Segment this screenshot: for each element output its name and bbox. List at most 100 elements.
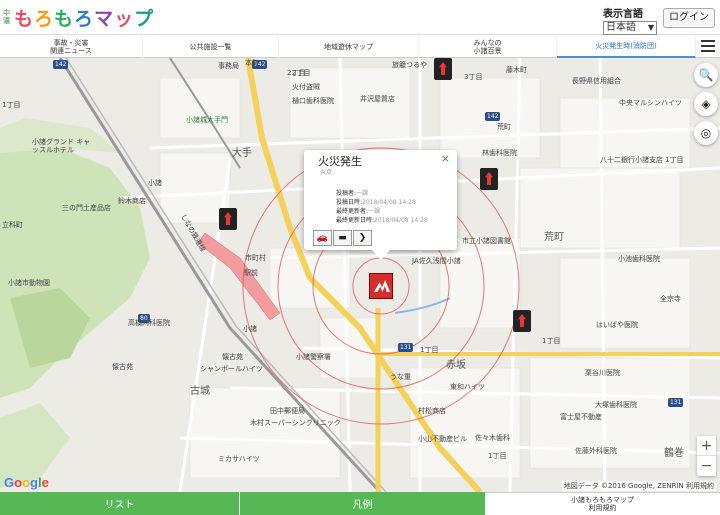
map-label: 小諸 (243, 325, 257, 333)
layers-icon[interactable]: ◈ (694, 92, 718, 116)
map-label: 木村スーパーシンクリニック (250, 419, 341, 427)
login-button[interactable]: ログイン (663, 8, 715, 28)
search-icon[interactable]: 🔍 (694, 63, 718, 87)
map-label: 2丁目 (292, 69, 311, 77)
map-label: 小諸城大手門 (186, 116, 228, 124)
fire-info-popup: 火災発生 火点 × 投稿者:一課 投稿日時:2018/04/08 14:28 最… (304, 150, 457, 260)
map-label: 長野県信用組合 (572, 77, 621, 85)
map-label: 中央マルシンハイツ (619, 99, 682, 107)
site-logo[interactable]: 中濃 もろもろマップ (3, 4, 154, 30)
legend-button[interactable]: 凡例 (240, 492, 485, 515)
map-label: 樋口歯科医院 (292, 97, 334, 105)
map-label: 藤木町 (506, 66, 527, 74)
popup-toolbar: 🚗 ▬ ❯ (313, 230, 372, 246)
map-canvas[interactable]: 142 142 142 131 131 80 事務局 本町 2丁目 火付盗賊 樋… (0, 58, 720, 492)
map-label: ミカサハイツ (218, 455, 260, 463)
list-button[interactable]: リスト (0, 492, 240, 515)
map-label: 田中郵便局 (270, 407, 305, 415)
map-label: 3丁目 (464, 73, 483, 81)
popup-subtitle: 火点 (320, 169, 333, 176)
fire-origin-icon[interactable] (369, 273, 393, 299)
map-label: 1丁目 (488, 452, 507, 460)
car-icon[interactable]: 🚗 (313, 230, 332, 246)
map-label: 大塚歯科医院 (595, 401, 637, 409)
map-label: 高橋内科医院 (128, 319, 170, 327)
nav-scenic-views[interactable]: みんなの 小諸百景 (419, 35, 557, 58)
map-label: 佐藤外科医院 (575, 447, 617, 455)
main-nav: 事故・災害 関連ニュース 公共施設一覧 地域遊休マップ みんなの 小諸百景 火災… (0, 35, 720, 58)
zoom-out-button[interactable]: − (697, 456, 716, 476)
menu-icon[interactable] (696, 35, 720, 57)
map-label: 1丁目 (2, 101, 21, 109)
map-label: 井沢屋質店 (360, 95, 395, 103)
nav-disaster-news[interactable]: 事故・災害 関連ニュース (0, 35, 143, 58)
map-label: 1丁目 (420, 346, 439, 354)
map-label: 富士屋不動産 (560, 413, 602, 421)
bottom-bar: リスト 凡例 小諸もろもろマップ 利用規約 (0, 492, 720, 515)
map-label: はいばや医院 (596, 321, 638, 329)
map-label: 三の門土産品店 (62, 204, 111, 212)
language-label: 表示言語 (603, 9, 643, 20)
map-label: 懐古苑 (222, 353, 243, 361)
popup-details: 投稿者:一課 投稿日時:2018/04/08 14:28 最終更新者:一課 最終… (336, 190, 428, 224)
map-label: 市立小諸図書館 (462, 237, 511, 245)
map-label: 立科町 (2, 221, 23, 229)
map-label: 佐々木歯科 (475, 434, 510, 442)
map-label: 大手 (232, 148, 252, 159)
map-label: 全宗寺 (660, 295, 681, 303)
nav-public-facilities[interactable]: 公共施設一覧 (143, 35, 279, 58)
map-label: 小諸 (148, 179, 162, 187)
map-label: シャンボールハイツ (200, 365, 263, 373)
route-badge: 142 (53, 60, 69, 69)
map-base (0, 58, 720, 492)
map-label: 荒町 (497, 123, 511, 131)
route-badge: 131 (398, 343, 414, 352)
map-label: 1丁目 (542, 337, 561, 345)
terms-link[interactable]: 小諸もろもろマップ 利用規約 (485, 492, 720, 515)
map-label: 栗谷川医院 (585, 369, 620, 377)
map-label: 1丁目 (665, 156, 684, 164)
map-label: 火付盗賊 (292, 83, 320, 91)
map-label: 小諸市動物園 (8, 279, 50, 287)
route-badge: 131 (668, 398, 684, 407)
zoom-in-button[interactable]: + (697, 436, 716, 456)
fire-marker-icon[interactable] (219, 208, 237, 230)
map-label: うな重 (390, 373, 411, 381)
map-label: 事務局 (218, 62, 239, 70)
header: 中濃 もろもろマップ 表示言語 日本語 ▼ ログイン (0, 0, 720, 35)
close-icon[interactable]: × (441, 152, 450, 165)
map-label: 古城 (190, 386, 210, 397)
map-label: 小諸グランド キャッスルホテル (32, 138, 91, 154)
locate-icon[interactable]: ◎ (694, 121, 718, 145)
map-label: 鶴巻 (664, 448, 684, 459)
zoom-control: + − (697, 436, 716, 476)
map-label: 駅前 (244, 269, 258, 277)
fire-marker-icon[interactable] (480, 168, 498, 190)
map-label: 旅籠つるや (392, 61, 427, 69)
map-label: 赤坂 (446, 360, 466, 371)
map-label: 林歯科医院 (482, 149, 517, 157)
language-select[interactable]: 日本語 ▼ (603, 21, 657, 35)
map-label: 村松商店 (418, 407, 446, 415)
map-label: 八十二銀行小諸支店 (600, 156, 663, 164)
chevron-down-icon: ▼ (647, 23, 654, 32)
map-label: JA佐久浅間小諸 (412, 257, 461, 265)
nav-fire-response[interactable]: 火災発生時(消防団) (557, 35, 696, 58)
train-icon[interactable]: ▬ (333, 230, 352, 246)
route-badge: 142 (485, 112, 501, 121)
google-logo: Google (4, 475, 49, 490)
logo-text: もろもろマップ (14, 7, 155, 30)
fire-marker-icon[interactable] (513, 310, 531, 332)
language-selector: 表示言語 日本語 ▼ (603, 5, 657, 35)
fire-marker-icon[interactable] (434, 58, 452, 80)
map-label: 市町村 (245, 254, 266, 262)
map-label: 懐古苑 (112, 363, 133, 371)
logo-region: 中濃 (3, 9, 10, 25)
map-copyright[interactable]: 地図データ ©2016 Google, ZENRIN 利用規約 (561, 481, 716, 491)
map-label: 本町 (245, 59, 259, 67)
map-label: 東和ハイツ (450, 383, 485, 391)
map-label: 小山不動産ビル (418, 435, 467, 443)
chevron-right-icon[interactable]: ❯ (353, 230, 372, 246)
map-label: 荒町 (544, 232, 564, 243)
nav-regional-map[interactable]: 地域遊休マップ (279, 35, 419, 58)
